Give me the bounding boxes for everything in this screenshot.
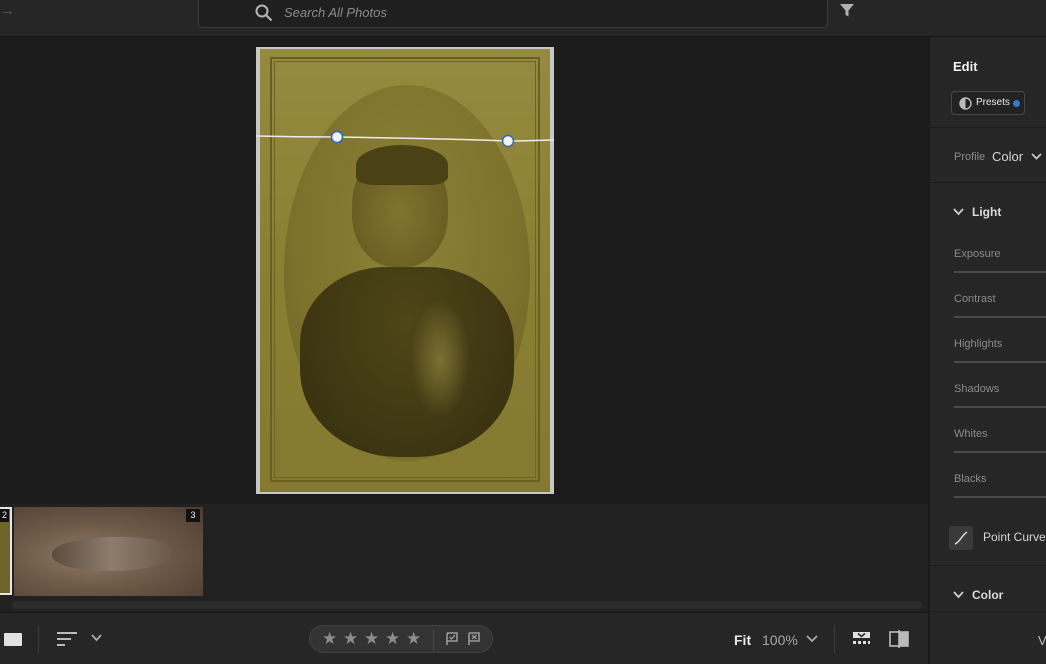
rating-star-1[interactable]: ★ [322, 629, 337, 649]
pill-divider [433, 630, 434, 650]
tone-curve-overlay[interactable] [255, 120, 555, 160]
thumb-index-badge: 3 [186, 509, 200, 522]
edit-panel: Edit Presets Profile Color Light Exposur… [928, 37, 1046, 664]
back-arrow-icon[interactable]: → [0, 2, 15, 19]
toolbar-divider [834, 625, 835, 653]
search-input[interactable]: Search All Photos [284, 5, 387, 20]
presets-button[interactable]: Presets [951, 91, 1025, 115]
panel-bottom-label[interactable]: V [1038, 633, 1046, 648]
photo-canvas[interactable] [0, 37, 928, 504]
photo-card [260, 49, 550, 492]
filmstrip-thumb-3[interactable] [14, 507, 203, 596]
panel-divider [930, 611, 1046, 612]
zoom-level-button[interactable]: 100% [762, 632, 798, 648]
main-photo[interactable] [256, 47, 554, 494]
filmstrip-scrollbar[interactable] [12, 601, 922, 609]
exposure-slider[interactable] [954, 271, 1046, 273]
filmstrip-toggle-icon[interactable] [852, 631, 871, 648]
profile-label: Profile [954, 151, 986, 163]
highlights-label: Highlights [954, 338, 1003, 350]
exposure-label: Exposure [954, 248, 1001, 260]
compare-view-icon[interactable] [889, 630, 909, 648]
section-color-title[interactable]: Color [972, 588, 1003, 602]
highlights-slider[interactable] [954, 361, 1046, 363]
chevron-down-icon[interactable] [806, 635, 818, 643]
search-icon [255, 4, 273, 22]
rating-star-4[interactable]: ★ [385, 629, 400, 649]
filmstrip: 2 3 [0, 504, 928, 612]
thumb-cat-image [52, 537, 172, 571]
profile-select[interactable]: Color [992, 149, 1023, 164]
flag-pick-icon[interactable] [445, 632, 459, 646]
sort-icon[interactable] [57, 631, 77, 647]
presets-status-dot [1013, 100, 1020, 107]
toolbar-divider [38, 625, 39, 653]
photo-highlight [410, 299, 470, 419]
chevron-down-icon[interactable] [953, 591, 964, 599]
thumb-index-badge: 2 [0, 509, 9, 522]
rating-flag-pill: ★ ★ ★ ★ ★ [309, 625, 493, 653]
whites-label: Whites [954, 428, 988, 440]
rating-star-2[interactable]: ★ [343, 629, 358, 649]
rating-star-5[interactable]: ★ [406, 629, 421, 649]
whites-slider[interactable] [954, 451, 1046, 453]
point-curve-button[interactable] [949, 526, 973, 550]
panel-divider [930, 565, 1046, 566]
point-curve-label[interactable]: Point Curve [983, 530, 1046, 544]
rating-star-3[interactable]: ★ [364, 629, 379, 649]
zoom-fit-button[interactable]: Fit [734, 632, 751, 648]
point-curve-icon [954, 531, 968, 545]
contrast-slider[interactable] [954, 316, 1046, 318]
square-grid-view-icon[interactable] [4, 633, 22, 646]
curve-point-1[interactable] [330, 130, 344, 144]
flag-reject-icon[interactable] [467, 632, 481, 646]
panel-divider [930, 127, 1046, 128]
chevron-down-icon[interactable] [91, 634, 102, 642]
section-light-title[interactable]: Light [972, 205, 1001, 219]
chevron-down-icon[interactable] [953, 208, 964, 216]
chevron-down-icon[interactable] [1031, 153, 1042, 160]
shadows-label: Shadows [954, 383, 1000, 395]
filter-icon[interactable] [839, 3, 855, 18]
bottom-toolbar: ★ ★ ★ ★ ★ Fit 100% [0, 612, 928, 664]
top-bar: → Search All Photos [0, 0, 1046, 37]
panel-divider [930, 182, 1046, 183]
presets-label: Presets [976, 97, 1010, 108]
blacks-slider[interactable] [954, 496, 1046, 498]
presets-icon [959, 97, 972, 110]
photo-subject-body [300, 267, 514, 457]
blacks-label: Blacks [954, 473, 987, 485]
shadows-slider[interactable] [954, 406, 1046, 408]
curve-point-2[interactable] [501, 134, 515, 148]
panel-title: Edit [953, 59, 978, 74]
contrast-label: Contrast [954, 293, 996, 305]
